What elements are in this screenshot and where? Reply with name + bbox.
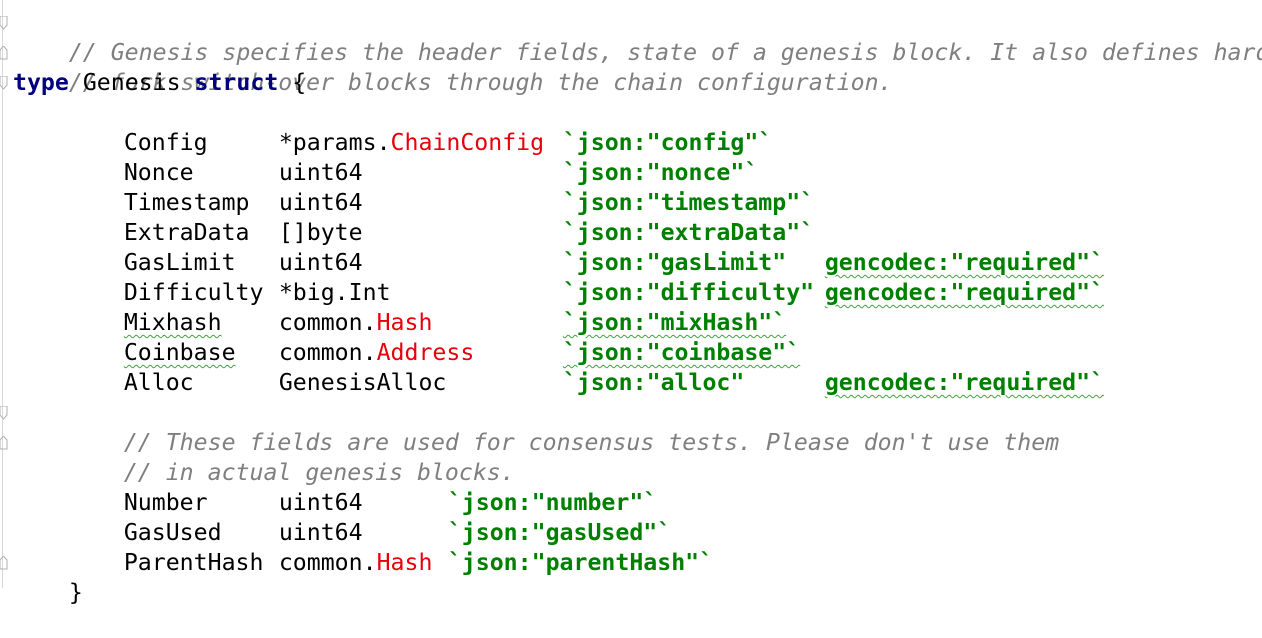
struct-name: Genesis: [82, 69, 181, 96]
field-tag-gencodec: gencodec:"required"`: [824, 279, 1105, 306]
keyword-struct: struct: [194, 69, 279, 96]
struct-field[interactable]: GasUsed uint64 `json:"gasUsed"`: [68, 488, 671, 546]
field-tag: `json:"parentHash"`: [447, 549, 714, 576]
fold-end-icon[interactable]: [0, 436, 8, 450]
close-brace: }: [68, 579, 83, 606]
code-editor[interactable]: // Genesis specifies the header fields, …: [0, 0, 1262, 606]
field-tag-gencodec: gencodec:"required"`: [824, 369, 1105, 396]
field-type-name: Hash: [376, 549, 433, 576]
fold-start-icon[interactable]: [0, 76, 8, 90]
struct-field[interactable]: Difficulty *big.Int `json:"difficulty" genc…: [68, 248, 1104, 306]
struct-field[interactable]: ParentHash common.Hash `json:"parentHash"`: [68, 518, 713, 576]
struct-field[interactable]: GasLimit uint64 `json:"gasLimit" gencodec:"…: [68, 218, 1104, 276]
keyword-type: type: [13, 69, 69, 96]
field-name: Alloc: [123, 369, 194, 396]
fold-start-icon[interactable]: [0, 16, 8, 30]
struct-field[interactable]: Nonce uint64 `json:"nonce"`: [68, 128, 758, 186]
open-brace: {: [292, 69, 307, 96]
code-line[interactable]: type Genesis struct {: [13, 68, 306, 98]
struct-field[interactable]: Coinbase common.Address `json:"coinbase"`: [68, 308, 800, 366]
field-name: ParentHash: [123, 549, 264, 576]
struct-field[interactable]: Config *params.ChainConfig `json:"config"`: [68, 98, 772, 156]
fold-end-icon[interactable]: [0, 46, 8, 60]
fold-start-icon[interactable]: [0, 406, 8, 420]
field-tag: `json:"alloc": [562, 369, 745, 396]
struct-field[interactable]: ExtraData []byte `json:"extraData"`: [68, 188, 814, 246]
fold-end-icon[interactable]: [0, 556, 8, 570]
field-type: GenesisAlloc: [278, 369, 447, 396]
struct-field[interactable]: Mixhash common.Hash `json:"mixHash"`: [68, 278, 786, 336]
code-line[interactable]: // These fields are used for consensus t…: [68, 398, 1059, 456]
code-line[interactable]: // fork switch-over blocks through the c…: [13, 38, 893, 96]
struct-field[interactable]: Number uint64 `json:"number"`: [68, 458, 657, 516]
code-line[interactable]: }: [13, 548, 83, 606]
code-line[interactable]: // in actual genesis blocks.: [68, 428, 515, 486]
struct-field[interactable]: Timestamp uint64 `json:"timestamp"`: [68, 158, 814, 216]
struct-field[interactable]: Alloc GenesisAlloc `json:"alloc" gencodec:"…: [68, 338, 1104, 396]
code-line[interactable]: // Genesis specifies the header fields, …: [13, 8, 1262, 66]
field-type: common.: [278, 549, 377, 576]
